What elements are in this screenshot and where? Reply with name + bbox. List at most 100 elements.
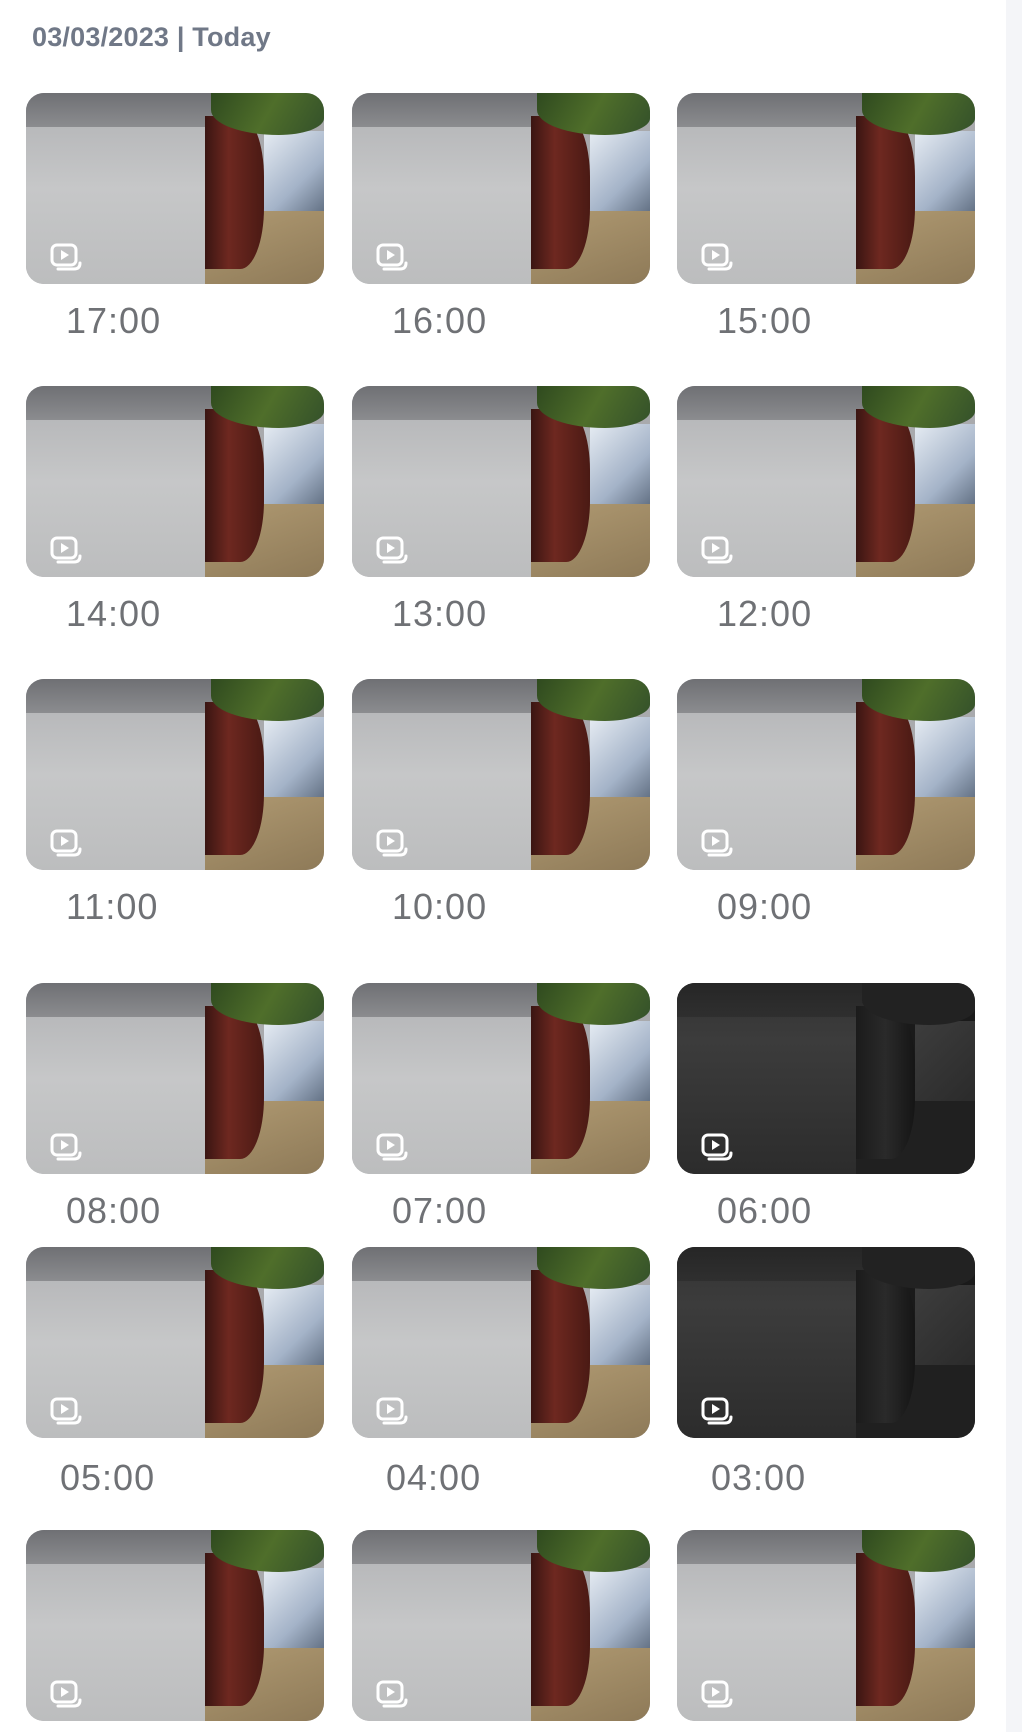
thumbnail-image-jar: [530, 1269, 591, 1423]
thumbnail-image-rim: [677, 1247, 868, 1282]
recording-thumbnail[interactable]: [352, 983, 650, 1174]
recording-thumbnail[interactable]: [26, 1247, 324, 1438]
video-play-icon: [701, 536, 733, 564]
recording-time-label: 15:00: [717, 300, 813, 341]
video-play-icon: [50, 829, 82, 857]
video-play-icon: [50, 1133, 82, 1161]
thumbnail-image-jar: [530, 701, 591, 855]
date-header: 03/03/2023 | Today: [32, 22, 271, 52]
video-play-icon: [701, 1133, 733, 1161]
thumbnail-image-rim: [352, 983, 543, 1018]
thumbnail-image-window: [590, 131, 650, 218]
recording-thumbnail[interactable]: [677, 386, 975, 577]
recording-thumbnail[interactable]: [26, 1530, 324, 1721]
thumbnail-image-rim: [26, 1247, 217, 1282]
video-play-icon: [376, 1397, 408, 1425]
thumbnail-image-rim: [677, 93, 868, 128]
video-play-icon: [376, 1133, 408, 1161]
thumbnail-image-rim: [352, 1247, 543, 1282]
thumbnail-image-jar: [204, 115, 265, 269]
recording-time-label: 09:00: [717, 886, 813, 927]
thumbnail-image-window: [264, 424, 324, 511]
recording-thumbnail[interactable]: [352, 1530, 650, 1721]
video-play-icon: [376, 536, 408, 564]
thumbnail-image-rim: [26, 679, 217, 714]
thumbnail-image-jar: [204, 1552, 265, 1706]
thumbnail-image-jar: [530, 1552, 591, 1706]
scrollbar-track: [1006, 0, 1022, 1732]
recording-thumbnail[interactable]: [677, 983, 975, 1174]
thumbnail-image-jar: [855, 115, 916, 269]
thumbnail-image-rim: [677, 1530, 868, 1565]
recording-time-label: 06:00: [717, 1190, 813, 1231]
thumbnail-image-window: [264, 131, 324, 218]
thumbnail-image-jar: [530, 408, 591, 562]
thumbnail-image-jar: [204, 1005, 265, 1159]
recording-time-label: 16:00: [392, 300, 488, 341]
thumbnail-image-window: [590, 1285, 650, 1372]
recording-thumbnail[interactable]: [26, 93, 324, 284]
thumbnail-image-rim: [677, 679, 868, 714]
thumbnail-image-rim: [352, 386, 543, 421]
thumbnail-image-rim: [677, 983, 868, 1018]
video-play-icon: [376, 1680, 408, 1708]
recording-time-label: 14:00: [66, 593, 162, 634]
thumbnail-image-rim: [352, 1530, 543, 1565]
recording-time-label: 13:00: [392, 593, 488, 634]
thumbnail-image-window: [264, 717, 324, 804]
thumbnail-image-rim: [26, 386, 217, 421]
recording-time-label: 10:00: [392, 886, 488, 927]
thumbnail-image-window: [915, 1285, 975, 1372]
thumbnail-image-window: [590, 717, 650, 804]
recording-thumbnail[interactable]: [352, 93, 650, 284]
thumbnail-image-jar: [204, 408, 265, 562]
thumbnail-image-jar: [530, 115, 591, 269]
thumbnail-image-window: [915, 131, 975, 218]
recording-thumbnail[interactable]: [677, 1530, 975, 1721]
recording-time-label: 07:00: [392, 1190, 488, 1231]
video-play-icon: [376, 243, 408, 271]
video-play-icon: [50, 1397, 82, 1425]
thumbnail-image-jar: [855, 408, 916, 562]
recording-thumbnail[interactable]: [352, 386, 650, 577]
thumbnail-image-jar: [530, 1005, 591, 1159]
recording-thumbnail[interactable]: [26, 386, 324, 577]
recording-time-label: 03:00: [711, 1457, 807, 1498]
thumbnail-image-rim: [26, 1530, 217, 1565]
recording-thumbnail[interactable]: [26, 679, 324, 870]
recording-thumbnail[interactable]: [26, 983, 324, 1174]
thumbnail-image-rim: [677, 386, 868, 421]
thumbnail-image-window: [590, 1568, 650, 1655]
thumbnail-image-jar: [855, 1269, 916, 1423]
video-play-icon: [50, 1680, 82, 1708]
thumbnail-image-rim: [352, 679, 543, 714]
thumbnail-image-rim: [26, 93, 217, 128]
recording-thumbnail[interactable]: [677, 93, 975, 284]
thumbnail-image-window: [915, 424, 975, 511]
video-play-icon: [50, 243, 82, 271]
recording-time-label: 04:00: [386, 1457, 482, 1498]
recording-time-label: 11:00: [66, 886, 159, 927]
thumbnail-image-window: [264, 1285, 324, 1372]
thumbnail-image-jar: [855, 1005, 916, 1159]
video-play-icon: [701, 1680, 733, 1708]
recording-time-label: 08:00: [66, 1190, 162, 1231]
recording-time-label: 12:00: [717, 593, 813, 634]
thumbnail-image-jar: [855, 701, 916, 855]
recording-thumbnail[interactable]: [677, 679, 975, 870]
thumbnail-image-window: [590, 424, 650, 511]
thumbnail-image-window: [915, 717, 975, 804]
thumbnail-image-rim: [26, 983, 217, 1018]
recording-thumbnail[interactable]: [352, 679, 650, 870]
video-play-icon: [701, 829, 733, 857]
thumbnail-image-jar: [855, 1552, 916, 1706]
video-play-icon: [701, 243, 733, 271]
thumbnail-image-window: [264, 1021, 324, 1108]
recording-time-label: 05:00: [60, 1457, 156, 1498]
video-play-icon: [50, 536, 82, 564]
recording-thumbnail[interactable]: [677, 1247, 975, 1438]
thumbnail-image-jar: [204, 1269, 265, 1423]
recording-thumbnail[interactable]: [352, 1247, 650, 1438]
video-play-icon: [376, 829, 408, 857]
thumbnail-image-rim: [352, 93, 543, 128]
